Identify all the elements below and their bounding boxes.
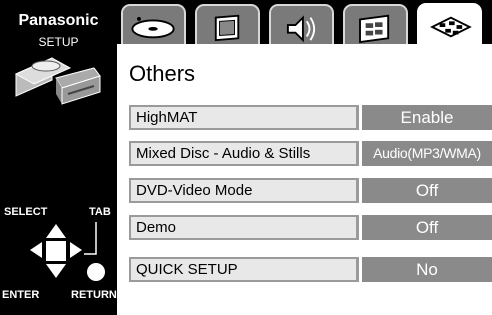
setting-value[interactable]: Audio(MP3/WMA) [362,141,492,166]
sidebar: Panasonic SETUP SELECT TAB ENTER RETURN [0,0,117,315]
setting-label: HighMAT [129,105,359,130]
tab-audio[interactable] [269,4,334,48]
setup-label: SETUP [38,35,79,49]
settings-panel: Others HighMAT Enable Mixed Disc - Audio… [117,44,492,315]
others-icon [430,16,472,38]
video-icon [214,14,240,42]
brand-logo: Panasonic [18,12,99,29]
setting-label: Demo [129,215,359,240]
display-icon [359,14,390,44]
setting-row-highmat[interactable]: HighMAT Enable [129,105,492,130]
menu-tabs: ● [117,0,492,49]
setting-label: QUICK SETUP [129,257,359,282]
svg-text:●: ● [136,13,142,23]
tab-video[interactable] [195,4,260,48]
setting-row-quick-setup[interactable]: QUICK SETUP No [129,257,492,282]
setting-value[interactable]: Off [362,215,492,240]
tab-disc[interactable]: ● [121,4,186,48]
page-title: Others [129,61,196,86]
setting-row-dvd-video-mode[interactable]: DVD-Video Mode Off [129,178,492,203]
audio-icon [286,15,316,43]
setting-label: Mixed Disc - Audio & Stills [129,141,359,166]
setting-row-mixed-disc[interactable]: Mixed Disc - Audio & Stills Audio(MP3/WM… [129,141,492,166]
setting-row-demo[interactable]: Demo Off [129,215,492,240]
return-label: RETURN [71,289,117,301]
tab-others[interactable] [417,3,482,49]
setting-value[interactable]: No [362,257,492,282]
enter-label: ENTER [2,289,40,301]
setting-value[interactable]: Off [362,178,492,203]
dvd-player-icon [14,57,101,105]
remote-nav-pad: SELECT TAB ENTER RETURN [0,200,117,315]
setting-value[interactable]: Enable [362,105,492,130]
disc-icon: ● [131,13,175,39]
tab-display[interactable] [343,4,408,48]
setting-label: DVD-Video Mode [129,178,359,203]
